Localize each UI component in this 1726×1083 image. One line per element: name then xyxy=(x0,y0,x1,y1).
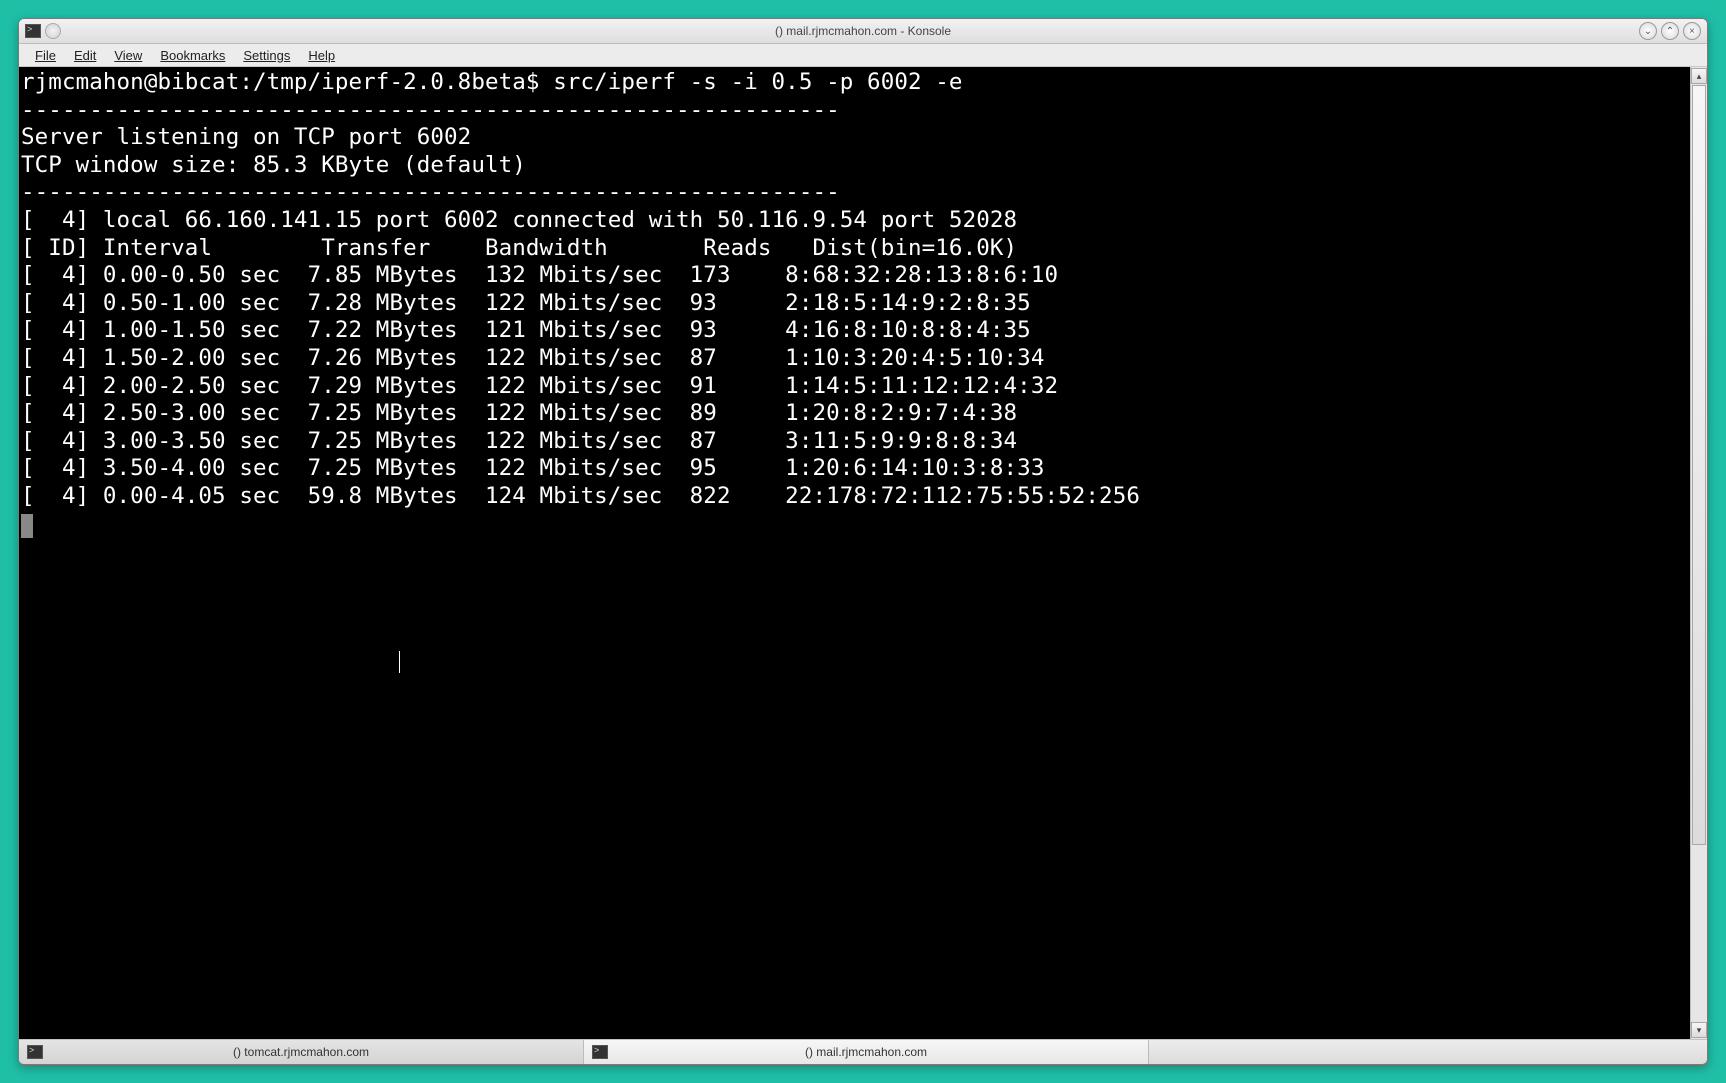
tabbar: () tomcat.rjmcmahon.com () mail.rjmcmaho… xyxy=(19,1039,1707,1064)
window-menu-icon[interactable] xyxy=(45,23,61,39)
window-title: () mail.rjmcmahon.com - Konsole xyxy=(19,24,1707,38)
scroll-up-button[interactable]: ▴ xyxy=(1691,68,1707,84)
menu-view[interactable]: View xyxy=(106,46,150,65)
tab-label: () mail.rjmcmahon.com xyxy=(805,1045,927,1059)
scrollbar[interactable]: ▴ ▾ xyxy=(1690,67,1707,1039)
tab-label: () tomcat.rjmcmahon.com xyxy=(233,1045,369,1059)
terminal-cursor xyxy=(21,514,33,538)
terminal-icon xyxy=(27,1045,43,1059)
terminal-output[interactable]: rjmcmahon@bibcat:/tmp/iperf-2.0.8beta$ s… xyxy=(19,67,1690,1039)
terminal-icon xyxy=(592,1045,608,1059)
menu-help[interactable]: Help xyxy=(300,46,343,65)
menu-edit[interactable]: Edit xyxy=(66,46,104,65)
konsole-window: () mail.rjmcmahon.com - Konsole ⌄ ⌃ × Fi… xyxy=(18,18,1708,1065)
maximize-button[interactable]: ⌃ xyxy=(1661,22,1679,40)
terminal-icon xyxy=(25,24,41,38)
tab-mail[interactable]: () mail.rjmcmahon.com xyxy=(584,1040,1149,1064)
menu-settings[interactable]: Settings xyxy=(235,46,298,65)
close-button[interactable]: × xyxy=(1683,22,1701,40)
scroll-track[interactable] xyxy=(1692,85,1706,1021)
scroll-thumb[interactable] xyxy=(1692,85,1706,845)
minimize-button[interactable]: ⌄ xyxy=(1639,22,1657,40)
text-caret-icon xyxy=(399,651,400,673)
menu-bookmarks[interactable]: Bookmarks xyxy=(152,46,233,65)
menu-file[interactable]: File xyxy=(27,46,64,65)
tab-tomcat[interactable]: () tomcat.rjmcmahon.com xyxy=(19,1040,584,1064)
menubar: File Edit View Bookmarks Settings Help xyxy=(19,44,1707,67)
titlebar[interactable]: () mail.rjmcmahon.com - Konsole ⌄ ⌃ × xyxy=(19,19,1707,44)
scroll-down-button[interactable]: ▾ xyxy=(1691,1022,1707,1038)
